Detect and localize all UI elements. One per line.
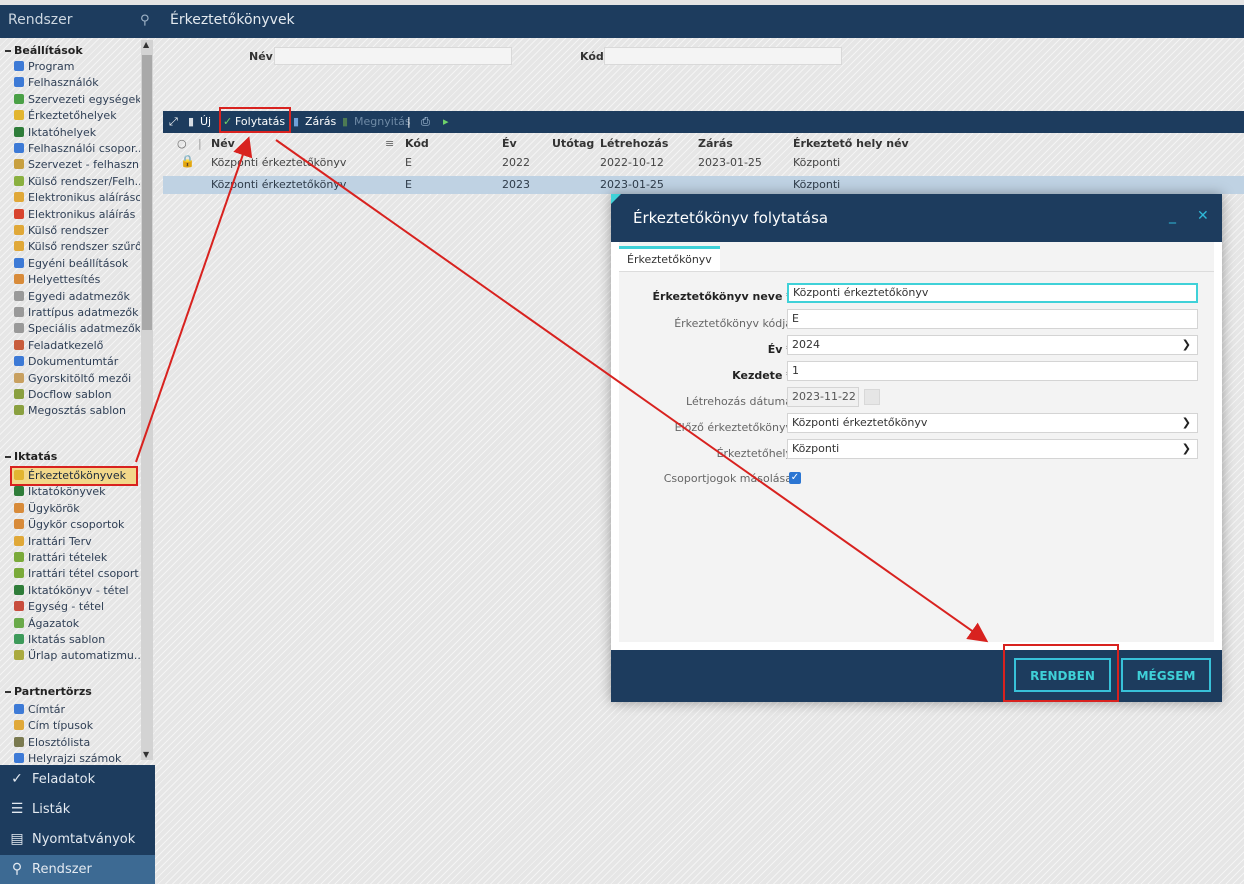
- arrow-to-toolbar: [135, 136, 253, 463]
- annotation-arrows: [135, 136, 989, 643]
- arrow-to-ok: [275, 139, 989, 643]
